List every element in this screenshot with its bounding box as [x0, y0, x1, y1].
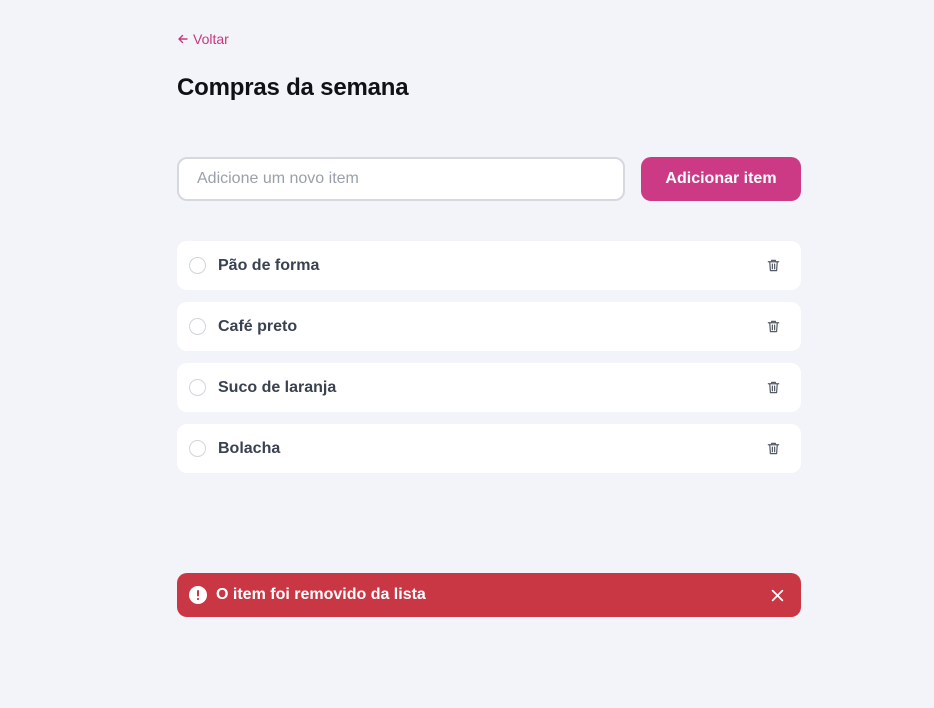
back-link[interactable]: Voltar	[177, 31, 229, 47]
item-checkbox[interactable]	[189, 318, 206, 335]
item-checkbox[interactable]	[189, 440, 206, 457]
toast-close-button[interactable]	[767, 585, 787, 605]
list-item: Bolacha	[177, 424, 801, 473]
delete-item-button[interactable]	[761, 315, 785, 339]
delete-item-button[interactable]	[761, 376, 785, 400]
list-item: Café preto	[177, 302, 801, 351]
back-link-label: Voltar	[193, 31, 229, 47]
item-label: Suco de laranja	[218, 378, 337, 396]
new-item-input[interactable]	[177, 157, 625, 201]
add-item-form: Adicionar item	[177, 157, 801, 201]
item-label: Café preto	[218, 317, 298, 335]
item-checkbox[interactable]	[189, 379, 206, 396]
list-item: Pão de forma	[177, 241, 801, 290]
trash-icon	[767, 259, 779, 272]
toast-notification: O item foi removido da lista	[177, 573, 801, 617]
list-item: Suco de laranja	[177, 363, 801, 412]
close-icon	[771, 589, 783, 601]
toast-message: O item foi removido da lista	[216, 586, 426, 603]
delete-item-button[interactable]	[761, 437, 785, 461]
add-item-button[interactable]: Adicionar item	[641, 157, 801, 201]
trash-icon	[767, 320, 779, 333]
item-checkbox[interactable]	[189, 257, 206, 274]
trash-icon	[767, 442, 779, 455]
item-label: Pão de forma	[218, 256, 320, 274]
trash-icon	[767, 381, 779, 394]
arrow-left-icon	[178, 34, 188, 44]
page-title: Compras da semana	[177, 74, 409, 101]
alert-circle-icon	[189, 586, 207, 604]
item-label: Bolacha	[218, 439, 281, 457]
delete-item-button[interactable]	[761, 254, 785, 278]
shopping-list: Pão de forma Café preto Suco de laranja	[177, 241, 801, 485]
